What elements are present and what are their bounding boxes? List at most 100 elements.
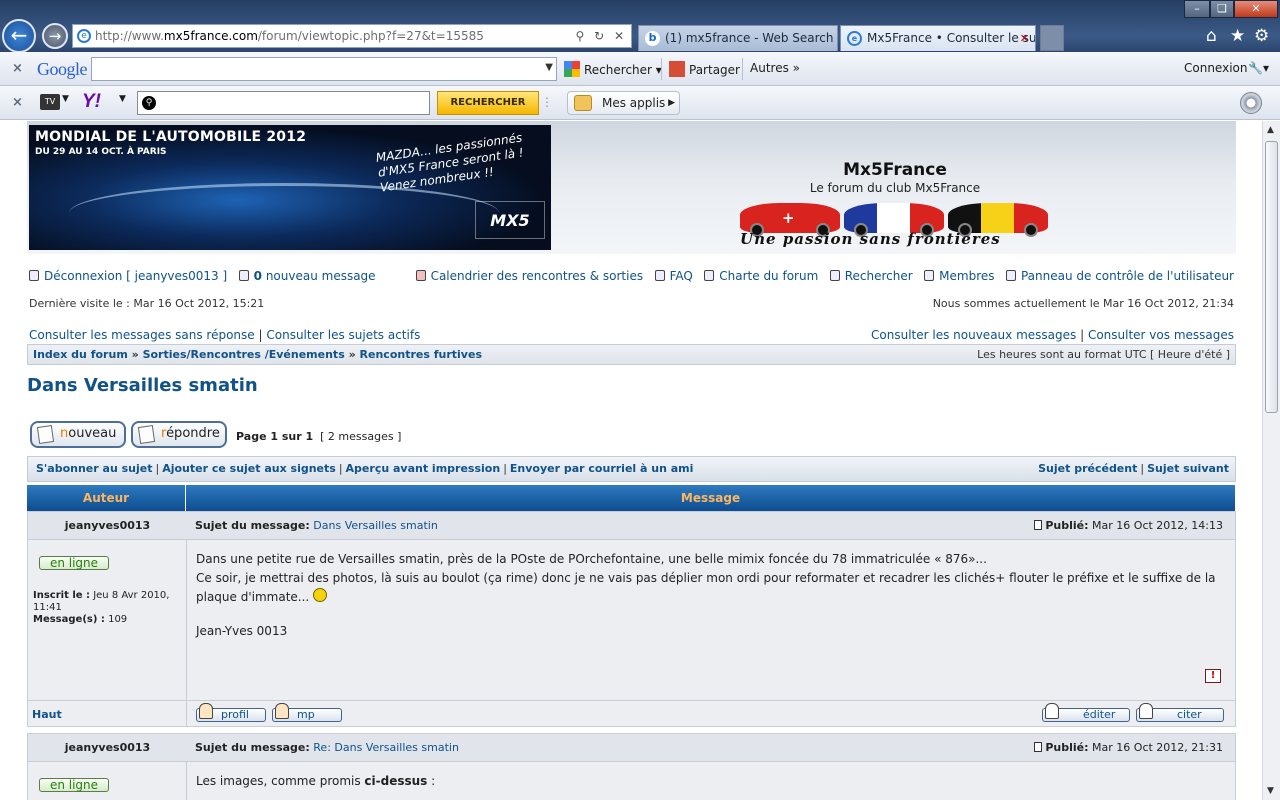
dropdown-arrow-icon[interactable]: ▼ <box>119 94 126 104</box>
charter-link[interactable]: Charte du forum <box>719 269 818 283</box>
tab-bing-search[interactable]: b (1) mx5france - Web Search Re... <box>638 25 838 51</box>
vertical-scrollbar[interactable]: ▲ ▼ <box>1262 121 1280 800</box>
grip-icon[interactable]: ⋮ <box>541 95 553 109</box>
your-posts-link[interactable]: Consulter vos messages <box>1088 328 1234 342</box>
reply-button[interactable]: répondre <box>131 421 227 448</box>
breadcrumb-index[interactable]: Index du forum <box>33 348 128 361</box>
new-document-icon <box>36 425 55 444</box>
quote-button[interactable]: citer <box>1136 703 1224 722</box>
faq-link[interactable]: FAQ <box>670 269 693 283</box>
new-posts-link[interactable]: Consulter les nouveaux messages <box>871 328 1076 342</box>
address-bar[interactable]: e http://www.mx5france.com/forum/viewtop… <box>72 24 632 48</box>
close-toolbar-icon[interactable]: × <box>12 61 23 76</box>
apps-icon <box>574 95 592 111</box>
timezone-info: Les heures sont au format UTC [ Heure d'… <box>977 348 1230 361</box>
tab-mx5france[interactable]: e Mx5France • Consulter le su... ✕ <box>840 25 1036 51</box>
control-panel-link[interactable]: Panneau de contrôle de l'utilisateur <box>1021 269 1234 283</box>
dropdown-arrow-icon[interactable]: ▼ <box>62 94 69 104</box>
wrench-icon[interactable]: 🔧▾ <box>1248 61 1269 75</box>
back-button[interactable]: ← <box>2 19 36 53</box>
next-topic-link[interactable]: Sujet suivant <box>1147 462 1229 475</box>
home-icon[interactable]: ⌂ <box>1206 26 1217 46</box>
site-name: Mx5France <box>843 160 947 180</box>
close-window-button[interactable]: ✕ <box>1234 0 1278 18</box>
subscribe-link[interactable]: S'abonner au sujet <box>36 462 152 475</box>
more-button[interactable]: Autres » <box>750 61 800 75</box>
minimize-button[interactable]: – <box>1184 0 1210 18</box>
tab-close-icon[interactable]: ✕ <box>1020 26 1029 51</box>
private-message-button[interactable]: mp <box>272 703 342 722</box>
email-friend-link[interactable]: Envoyer par courriel à un ami <box>510 462 694 475</box>
post-subject-link[interactable]: Re: Dans Versailles smatin <box>313 741 459 754</box>
profile-icon <box>199 703 213 719</box>
edit-button[interactable]: éditer <box>1042 703 1130 722</box>
scrollbar-thumb[interactable] <box>1265 141 1278 413</box>
scroll-up-icon[interactable]: ▲ <box>1267 125 1274 135</box>
post-subject-link[interactable]: Dans Versailles smatin <box>313 519 438 532</box>
yahoo-logo[interactable]: Y! <box>82 91 101 113</box>
post-date: Mar 16 Oct 2012, 14:13 <box>1092 519 1223 532</box>
ie-icon: e <box>847 31 862 46</box>
previous-topic-link[interactable]: Sujet précédent <box>1038 462 1137 475</box>
search-icon: ⚲ <box>142 96 156 110</box>
bookmark-link[interactable]: Ajouter ce sujet aux signets <box>162 462 336 475</box>
scroll-down-icon[interactable]: ▼ <box>1267 786 1274 796</box>
online-status-badge: en ligne <box>39 778 109 792</box>
settings-gear-icon[interactable]: ⚙ <box>1254 26 1269 46</box>
new-tab-button[interactable] <box>1040 25 1064 51</box>
share-button[interactable]: Partager <box>669 61 740 77</box>
reply-document-icon <box>137 425 156 444</box>
calendar-link[interactable]: Calendrier des rencontres & sorties <box>431 269 644 283</box>
active-topics-link[interactable]: Consulter les sujets actifs <box>266 328 420 342</box>
address-controls[interactable]: ⚲ ↻ ✕ <box>575 25 627 47</box>
banner-image[interactable]: MONDIAL DE L'AUTOMOBILE 2012 DU 29 AU 14… <box>29 125 551 250</box>
close-toolbar-icon[interactable]: × <box>12 95 23 110</box>
post-text-line: Ce soir, je mettrai des photos, là suis … <box>196 571 1216 604</box>
search-link[interactable]: Rechercher <box>845 269 913 283</box>
address-path: /forum/viewtopic.php?f=27&t=15585 <box>257 29 484 43</box>
logout-link[interactable]: Déconnexion [ jeanyves0013 ] <box>44 269 227 283</box>
banner-title: MONDIAL DE L'AUTOMOBILE 2012 <box>35 129 307 145</box>
google-logo[interactable]: Google <box>37 59 88 80</box>
signin-link[interactable]: Connexion <box>1184 61 1248 75</box>
smiley-icon <box>313 588 328 602</box>
address-domain: mx5france.com <box>163 29 258 43</box>
back-to-top-link[interactable]: Haut <box>32 708 62 721</box>
post-icon[interactable] <box>1034 742 1043 752</box>
google-search-input[interactable]: ▼ <box>91 57 557 81</box>
new-messages-link[interactable]: 0 nouveau message <box>254 269 376 283</box>
report-icon[interactable]: ! <box>1205 669 1221 683</box>
page-viewport: MONDIAL DE L'AUTOMOBILE 2012 DU 29 AU 14… <box>0 121 1262 800</box>
print-link[interactable]: Aperçu avant impression <box>346 462 501 475</box>
new-topic-hotkey: n <box>60 426 69 441</box>
new-topic-button[interactable]: nouveau <box>30 421 126 448</box>
dropdown-arrow-icon[interactable]: ▼ <box>545 62 553 73</box>
members-link[interactable]: Membres <box>939 269 994 283</box>
google-search-button[interactable]: Rechercher ▾ <box>564 61 662 77</box>
favorites-star-icon[interactable]: ★ <box>1230 26 1245 46</box>
tv-icon[interactable]: TV <box>40 94 60 110</box>
chevron-right-icon: ▶ <box>668 98 675 108</box>
banner-dates: DU 29 AU 14 OCT. À PARIS <box>35 147 167 157</box>
unanswered-link[interactable]: Consulter les messages sans réponse <box>29 328 255 342</box>
maximize-button[interactable]: ❑ <box>1210 0 1234 18</box>
profile-button[interactable]: profil <box>196 703 266 722</box>
post-author[interactable]: jeanyves0013 <box>28 734 187 762</box>
breadcrumb-forum[interactable]: Rencontres furtives <box>360 348 482 361</box>
google-search-label: Rechercher <box>584 63 652 77</box>
post-author[interactable]: jeanyves0013 <box>28 512 187 540</box>
calendar-icon <box>415 270 426 281</box>
message-icon <box>238 270 249 281</box>
members-icon <box>924 270 935 281</box>
post-text-para: Les images, comme promis ci-dessus : <box>196 772 1216 791</box>
yahoo-search-button[interactable]: RECHERCHER <box>437 91 539 115</box>
published-label: Publié: <box>1045 741 1089 754</box>
author-info: Inscrit le : Jeu 8 Avr 2010, 11:41 Messa… <box>33 590 183 626</box>
forward-button[interactable]: → <box>42 23 68 49</box>
post-icon[interactable] <box>1034 520 1043 530</box>
yahoo-search-input[interactable]: ⚲ <box>137 91 430 115</box>
topic-title[interactable]: Dans Versailles smatin <box>27 375 258 396</box>
breadcrumb-category[interactable]: Sorties/Rencontres /Evénements <box>143 348 345 361</box>
my-apps-button[interactable]: Mes applis ▶ <box>567 91 680 115</box>
toolbar-gear-icon[interactable] <box>1240 92 1262 114</box>
